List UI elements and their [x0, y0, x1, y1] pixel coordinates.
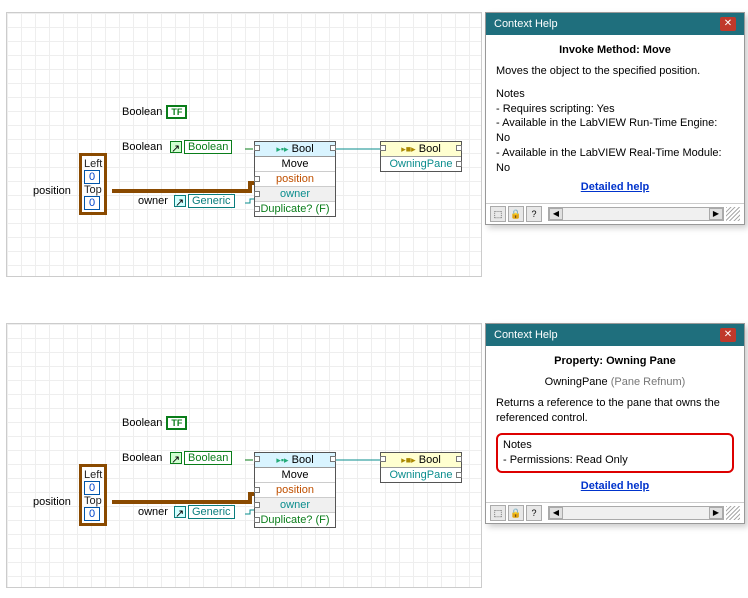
note-line: - Requires scripting: Yes [496, 102, 734, 117]
invoke-duplicate[interactable]: Duplicate? (F) [255, 202, 335, 216]
close-button[interactable]: ✕ [720, 17, 736, 31]
invoke-param-position[interactable]: position [255, 172, 335, 187]
scroll-right-icon[interactable]: ▶ [709, 208, 723, 220]
help-desc: Moves the object to the specified positi… [496, 64, 734, 79]
scroll-left-icon[interactable]: ◀ [549, 208, 563, 220]
refnum-icon: ↗ [174, 506, 186, 518]
tool-button-help-icon[interactable]: ? [526, 505, 542, 521]
boolean-ref-label: Boolean [122, 452, 162, 464]
tool-button-help-icon[interactable]: ? [526, 206, 542, 222]
refnum-text: Boolean [184, 140, 232, 154]
resize-grip-icon[interactable] [726, 506, 740, 520]
context-help-footer: ⬚ 🔒 ? ◀ ▶ [486, 502, 744, 523]
help-notes-highlighted: Notes - Permissions: Read Only [496, 433, 734, 473]
invoke-method[interactable]: Move [255, 468, 335, 483]
top-value[interactable]: 0 [84, 507, 100, 521]
invoke-duplicate[interactable]: Duplicate? (F) [255, 513, 335, 527]
property-node[interactable]: ▸■▸ Bool OwningPane [380, 452, 462, 483]
boolean-ref-label: Boolean [122, 141, 162, 153]
property-header: ▸■▸ Bool [381, 453, 461, 468]
tf-box: TF [166, 105, 187, 119]
left-label: Left [84, 158, 102, 170]
top-value[interactable]: 0 [84, 196, 100, 210]
boolean-indicator: Boolean TF [122, 416, 187, 430]
left-value[interactable]: 0 [84, 481, 100, 495]
help-heading: Property: Owning Pane [496, 354, 734, 369]
invoke-header: ▸▪▸ Bool [255, 453, 335, 468]
top-label: Top [84, 184, 102, 196]
boolean-control-ref[interactable]: ↗ Boolean [170, 451, 232, 465]
tf-box: TF [166, 416, 187, 430]
property-item[interactable]: OwningPane [381, 157, 461, 171]
invoke-node[interactable]: ▸▪▸ Bool Move position owner Duplicate? … [254, 141, 336, 217]
resize-grip-icon[interactable] [726, 207, 740, 221]
boolean-label: Boolean [122, 417, 162, 429]
detailed-help-link[interactable]: Detailed help [496, 180, 734, 195]
position-label: position [33, 496, 71, 508]
position-cluster[interactable]: Left 0 Top 0 [79, 464, 107, 526]
context-help-2[interactable]: Context Help ✕ Property: Owning Pane Own… [485, 323, 745, 524]
scrollbar[interactable]: ◀ ▶ [548, 506, 724, 520]
help-type: OwningPane (Pane Refnum) [496, 375, 734, 390]
close-button[interactable]: ✕ [720, 328, 736, 342]
owner-label: owner [138, 195, 168, 207]
invoke-header: ▸▪▸ Bool [255, 142, 335, 157]
refnum-text: Generic [188, 194, 235, 208]
position-cluster[interactable]: Left 0 Top 0 [79, 153, 107, 215]
tool-button-simple-icon[interactable]: ⬚ [490, 206, 506, 222]
notes-label: Notes [496, 87, 734, 102]
boolean-indicator: Boolean TF [122, 105, 187, 119]
refnum-text: Boolean [184, 451, 232, 465]
scroll-left-icon[interactable]: ◀ [549, 507, 563, 519]
property-item[interactable]: OwningPane [381, 468, 461, 482]
property-node[interactable]: ▸■▸ Bool OwningPane [380, 141, 462, 172]
context-help-body: Invoke Method: Move Moves the object to … [486, 35, 744, 203]
refnum-text: Generic [188, 505, 235, 519]
generic-control-ref[interactable]: ↗ Generic [174, 194, 235, 208]
detailed-help-link[interactable]: Detailed help [496, 479, 734, 494]
tool-button-lock-icon[interactable]: 🔒 [508, 206, 524, 222]
refnum-icon: ↗ [170, 141, 182, 153]
boolean-label: Boolean [122, 106, 162, 118]
scrollbar[interactable]: ◀ ▶ [548, 207, 724, 221]
context-help-title: Context Help [494, 329, 558, 341]
note-line: - Available in the LabVIEW Real-Time Mod… [496, 146, 734, 176]
context-help-titlebar[interactable]: Context Help ✕ [486, 13, 744, 35]
tool-button-simple-icon[interactable]: ⬚ [490, 505, 506, 521]
help-notes: Notes - Requires scripting: Yes - Availa… [496, 87, 734, 176]
refnum-icon: ↗ [170, 452, 182, 464]
left-label: Left [84, 469, 102, 481]
position-label: position [33, 185, 71, 197]
context-help-1[interactable]: Context Help ✕ Invoke Method: Move Moves… [485, 12, 745, 225]
top-label: Top [84, 495, 102, 507]
invoke-param-owner[interactable]: owner [255, 187, 335, 202]
invoke-node[interactable]: ▸▪▸ Bool Move position owner Duplicate? … [254, 452, 336, 528]
invoke-param-owner[interactable]: owner [255, 498, 335, 513]
boolean-control-ref[interactable]: ↗ Boolean [170, 140, 232, 154]
invoke-method[interactable]: Move [255, 157, 335, 172]
notes-label: Notes [503, 438, 727, 453]
property-header: ▸■▸ Bool [381, 142, 461, 157]
block-diagram-2[interactable]: Boolean TF Boolean ↗ Boolean owner ↗ Gen… [6, 323, 482, 588]
refnum-icon: ↗ [174, 195, 186, 207]
help-desc: Returns a reference to the pane that own… [496, 396, 734, 426]
context-help-titlebar[interactable]: Context Help ✕ [486, 324, 744, 346]
generic-control-ref[interactable]: ↗ Generic [174, 505, 235, 519]
context-help-title: Context Help [494, 18, 558, 30]
block-diagram-1[interactable]: Boolean TF Boolean ↗ Boolean owner ↗ Gen… [6, 12, 482, 277]
note-line: - Permissions: Read Only [503, 453, 727, 468]
tool-button-lock-icon[interactable]: 🔒 [508, 505, 524, 521]
invoke-param-position[interactable]: position [255, 483, 335, 498]
context-help-footer: ⬚ 🔒 ? ◀ ▶ [486, 203, 744, 224]
left-value[interactable]: 0 [84, 170, 100, 184]
note-line: - Available in the LabVIEW Run-Time Engi… [496, 116, 734, 146]
context-help-body: Property: Owning Pane OwningPane (Pane R… [486, 346, 744, 502]
scroll-right-icon[interactable]: ▶ [709, 507, 723, 519]
help-heading: Invoke Method: Move [496, 43, 734, 58]
owner-label: owner [138, 506, 168, 518]
